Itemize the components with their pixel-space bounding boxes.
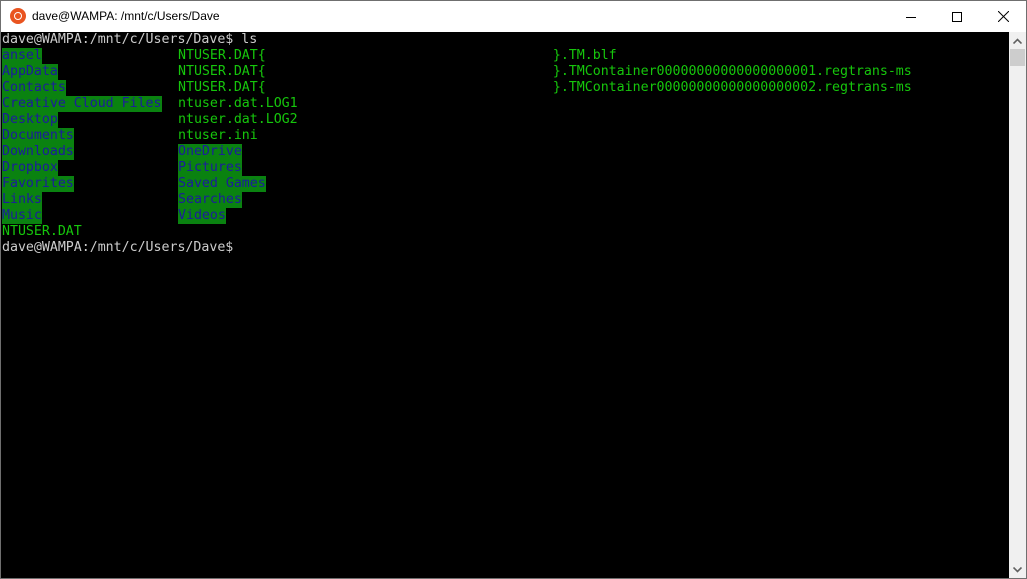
entry-suffix: }.TM.blf bbox=[552, 48, 617, 63]
entry-name: NTUSER.DAT{ bbox=[178, 80, 266, 95]
entry-name: NTUSER.DAT{ bbox=[178, 48, 266, 63]
close-icon bbox=[997, 11, 1009, 22]
minimize-button[interactable] bbox=[888, 1, 934, 32]
entry-name: OneDrive bbox=[178, 144, 242, 159]
maximize-button[interactable] bbox=[934, 1, 980, 32]
directory-entry: Pictures bbox=[178, 160, 242, 176]
file-entry: NTUSER.DAT{████████-████-████-████-█████… bbox=[178, 48, 617, 64]
directory-entry: OneDrive bbox=[178, 144, 242, 160]
entry-name: NTUSER.DAT{ bbox=[178, 64, 266, 79]
listing-row: NTUSER.DAT bbox=[2, 224, 1002, 240]
listing-row: Contacts NTUSER.DAT{████████-████-████-██… bbox=[2, 80, 1002, 96]
directory-entry: Saved Games bbox=[178, 176, 266, 192]
directory-entry: Dropbox bbox=[2, 160, 58, 176]
listing-row: AppData NTUSER.DAT{████████-████-████-███… bbox=[2, 64, 1002, 80]
directory-entry: Links bbox=[2, 192, 42, 208]
file-entry: ntuser.dat.LOG1 bbox=[178, 96, 298, 112]
redacted-guid: ████████-████-████-████-████████████ bbox=[265, 80, 553, 95]
terminal-output[interactable]: dave@WAMPA:/mnt/c/Users/Dave$ ls ansel NT… bbox=[1, 32, 1009, 578]
entry-name: Searches bbox=[178, 192, 242, 207]
redacted-guid: ████████-████-████-████-████████████ bbox=[265, 64, 553, 79]
entry-suffix: }.TMContainer00000000000000000001.regtra… bbox=[552, 64, 912, 79]
listing-row: Documents ntuser.ini bbox=[2, 128, 1002, 144]
chevron-up-icon bbox=[1013, 37, 1022, 44]
entry-name: ntuser.ini bbox=[178, 128, 258, 143]
file-entry: NTUSER.DAT bbox=[2, 224, 82, 239]
scroll-up-button[interactable] bbox=[1009, 32, 1026, 49]
file-entry: NTUSER.DAT{████████-████-████-████-█████… bbox=[178, 64, 912, 80]
listing-row: Dropbox Pictures bbox=[2, 160, 1002, 176]
listing-row: ansel NTUSER.DAT{████████-████-████-████-… bbox=[2, 48, 1002, 64]
directory-entry: ansel bbox=[2, 48, 42, 64]
scroll-down-button[interactable] bbox=[1009, 561, 1026, 578]
directory-entry: Searches bbox=[178, 192, 242, 208]
listing-row: Downloads OneDrive bbox=[2, 144, 1002, 160]
directory-entry: Favorites bbox=[2, 176, 74, 192]
listing-row: Music Videos bbox=[2, 208, 1002, 224]
shell-prompt[interactable]: dave@WAMPA:/mnt/c/Users/Dave$ bbox=[2, 240, 233, 256]
listing-row: Links Searches bbox=[2, 192, 1002, 208]
entry-suffix: }.TMContainer00000000000000000002.regtra… bbox=[552, 80, 912, 95]
redacted-guid: ████████-████-████-████-████████████ bbox=[265, 48, 553, 63]
title-bar[interactable]: dave@WAMPA: /mnt/c/Users/Dave bbox=[1, 1, 1026, 32]
listing-row: Favorites Saved Games bbox=[2, 176, 1002, 192]
file-entry: NTUSER.DAT{████████-████-████-████-█████… bbox=[178, 80, 912, 96]
window-title: dave@WAMPA: /mnt/c/Users/Dave bbox=[32, 9, 220, 23]
entry-name: Pictures bbox=[178, 160, 242, 175]
directory-entry: AppData bbox=[2, 64, 58, 80]
directory-entry: Creative Cloud Files bbox=[2, 96, 162, 112]
vertical-scrollbar[interactable] bbox=[1009, 32, 1026, 578]
close-button[interactable] bbox=[980, 1, 1026, 32]
command-line: dave@WAMPA:/mnt/c/Users/Dave$ ls bbox=[2, 32, 258, 47]
directory-entry: Contacts bbox=[2, 80, 66, 96]
entry-name: ntuser.dat.LOG1 bbox=[178, 96, 298, 111]
entry-name: ntuser.dat.LOG2 bbox=[178, 112, 298, 127]
minimize-icon bbox=[906, 16, 916, 18]
directory-entry: Videos bbox=[178, 208, 226, 224]
maximize-icon bbox=[952, 11, 962, 22]
file-entry: ntuser.dat.LOG2 bbox=[178, 112, 298, 128]
directory-entry: Downloads bbox=[2, 144, 74, 160]
entry-name: Videos bbox=[178, 208, 226, 223]
listing-row: Creative Cloud Files ntuser.dat.LOG1 bbox=[2, 96, 1002, 112]
directory-entry: Music bbox=[2, 208, 42, 224]
terminal-window: dave@WAMPA: /mnt/c/Users/Dave dave@WAMPA… bbox=[0, 0, 1027, 579]
directory-entry: Desktop bbox=[2, 112, 58, 128]
listing-row: Desktop ntuser.dat.LOG2 bbox=[2, 112, 1002, 128]
chevron-down-icon bbox=[1013, 566, 1022, 573]
file-entry: ntuser.ini bbox=[178, 128, 258, 144]
directory-entry: Documents bbox=[2, 128, 74, 144]
scroll-thumb[interactable] bbox=[1010, 49, 1025, 66]
ubuntu-icon[interactable] bbox=[10, 8, 26, 24]
entry-name: Saved Games bbox=[178, 176, 266, 191]
